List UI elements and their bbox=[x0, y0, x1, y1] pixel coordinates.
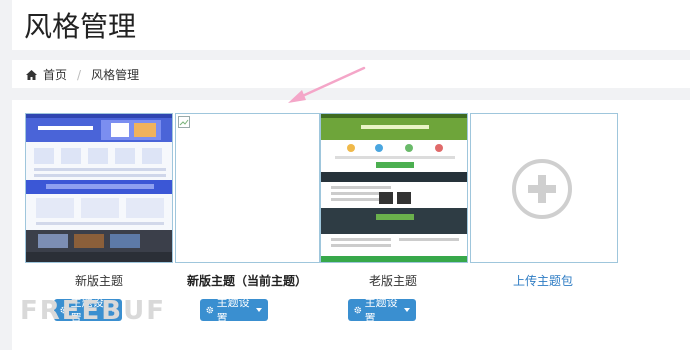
theme-settings-label: 主题设置 bbox=[216, 296, 250, 325]
theme-label-current: 新版主题（当前主题） bbox=[186, 274, 307, 288]
upload-theme-link[interactable]: 上传主题包 bbox=[468, 272, 618, 289]
gear-icon bbox=[206, 306, 214, 314]
broken-image-icon bbox=[178, 116, 190, 128]
theme-settings-label: 主题设置 bbox=[364, 296, 398, 325]
gear-icon bbox=[354, 306, 362, 314]
title-bar: 风格管理 bbox=[12, 0, 690, 50]
breadcrumb-trail: 首页 / 风格管理 bbox=[26, 66, 139, 83]
caret-down-icon bbox=[404, 308, 410, 312]
theme-label-new: 新版主题 bbox=[74, 274, 123, 288]
theme-thumbnail-new[interactable] bbox=[25, 113, 173, 263]
breadcrumb-current: 风格管理 bbox=[91, 68, 140, 82]
breadcrumb-home-link[interactable]: 首页 bbox=[43, 66, 67, 83]
theme-preview-new-image bbox=[26, 114, 172, 262]
plus-circle-icon bbox=[512, 159, 572, 219]
theme-thumbnail-current[interactable] bbox=[175, 113, 320, 263]
theme-thumbnail-old[interactable] bbox=[320, 113, 468, 263]
page-title: 风格管理 bbox=[24, 10, 137, 43]
watermark-logo: FREEBUF bbox=[20, 296, 166, 326]
annotation-arrow-icon bbox=[288, 66, 366, 103]
theme-preview-old-image bbox=[321, 114, 467, 262]
caret-down-icon bbox=[256, 308, 262, 312]
theme-settings-button-old[interactable]: 主题设置 bbox=[348, 296, 416, 325]
theme-settings-button-current[interactable]: 主题设置 bbox=[200, 296, 268, 325]
breadcrumb-separator: / bbox=[77, 67, 82, 82]
home-icon bbox=[26, 69, 37, 80]
theme-label-old: 老版主题 bbox=[368, 274, 417, 288]
upload-theme-tile[interactable] bbox=[470, 113, 618, 263]
